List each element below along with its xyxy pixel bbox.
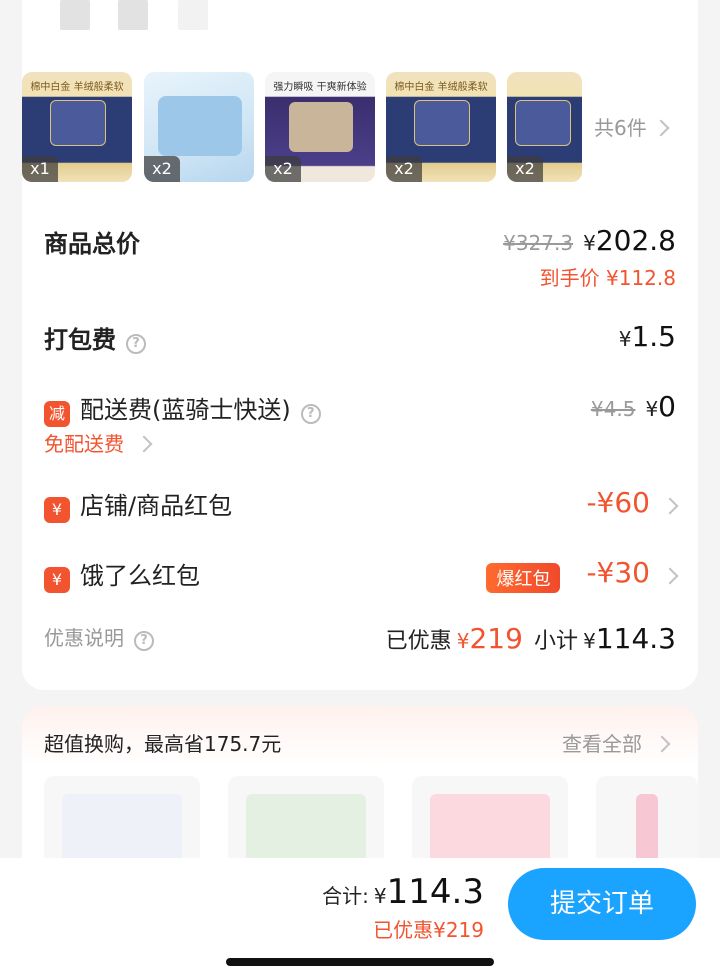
- delivery-fee: 0: [658, 390, 676, 423]
- help-icon[interactable]: ?: [126, 333, 146, 354]
- exchange-title: 超值换购，最高省175.7元: [44, 732, 282, 756]
- total-label: 合计:: [322, 884, 369, 908]
- item-thumbnail[interactable]: 强力瞬吸 干爽新体验 x2: [265, 72, 375, 182]
- currency-symbol: ¥: [583, 231, 596, 255]
- goods-original-price: 327.3: [515, 231, 574, 255]
- view-all-link[interactable]: 查看全部: [562, 728, 671, 757]
- item-thumbnails[interactable]: 棉中白金 羊绒般柔软 x1 x2 强力瞬吸 干爽新体验 x2 棉中白金 羊绒般柔…: [22, 72, 582, 184]
- shop-coupon-label: 店铺/商品红包: [80, 492, 233, 520]
- subtotal-amount: 114.3: [595, 622, 676, 655]
- more-items-link[interactable]: 共6件: [594, 112, 670, 141]
- saved-amount: 219: [469, 622, 523, 655]
- currency-symbol: ¥: [618, 327, 632, 351]
- total-saved-text: 已优惠¥219: [373, 918, 484, 942]
- goods-price: 202.8: [595, 224, 676, 257]
- pad-pack-purple-icon: [289, 102, 353, 152]
- free-delivery-label: 免配送费: [44, 432, 124, 456]
- item-thumbnail[interactable]: x2: [507, 72, 582, 182]
- packing-fee: 1.5: [631, 320, 676, 353]
- pad-pack-gold-icon: [515, 100, 571, 146]
- hot-coupon-badge: 爆红包: [486, 562, 561, 593]
- blurred-header: [178, 0, 208, 30]
- wipes-pack-blue-icon: [158, 96, 242, 156]
- item-thumbnail[interactable]: 棉中白金 羊绒般柔软 x1: [22, 72, 132, 182]
- currency-symbol: ¥: [373, 884, 387, 908]
- packing-fee-label: 打包费: [44, 326, 116, 354]
- chevron-right-icon: [661, 567, 679, 584]
- item-thumbnail[interactable]: 棉中白金 羊绒般柔软 x2: [386, 72, 496, 182]
- item-thumbnail[interactable]: x2: [144, 72, 254, 182]
- packing-fee-row: 打包费? ¥1.5: [44, 320, 676, 360]
- help-icon[interactable]: ?: [300, 403, 321, 424]
- currency-symbol: ¥: [590, 397, 604, 421]
- chevron-right-icon: [653, 735, 671, 752]
- total-amount: 114.3: [386, 872, 484, 912]
- delivery-fee-label: 配送费(蓝骑士快送): [80, 396, 291, 424]
- currency-symbol: ¥: [645, 397, 659, 421]
- coupon-yen-icon: ¥: [44, 496, 70, 523]
- saved-label: 已优惠: [385, 629, 452, 654]
- discount-tag-icon: 减: [44, 400, 70, 427]
- thumb-banner: 强力瞬吸 干爽新体验: [273, 82, 367, 93]
- item-qty: x2: [265, 156, 301, 182]
- goods-total-label: 商品总价: [44, 230, 140, 258]
- shop-coupon-row[interactable]: ¥ 店铺/商品红包 -¥60: [44, 486, 679, 526]
- delivery-fee-row: 减配送费(蓝骑士快送)? ¥4.5 ¥0 免配送费: [44, 390, 676, 460]
- blurred-header: [60, 0, 90, 30]
- subtotal-row: 优惠说明? 已优惠 ¥219 小计 ¥114.3: [44, 622, 676, 662]
- currency-symbol: ¥: [606, 266, 619, 290]
- net-price-label: 到手价: [539, 266, 600, 290]
- chevron-right-icon: [135, 435, 153, 452]
- ele-coupon-row[interactable]: ¥ 饿了么红包 爆红包 -¥30: [44, 556, 679, 596]
- chevron-right-icon: [652, 119, 670, 136]
- item-qty: x2: [144, 156, 180, 182]
- blurred-header: [118, 0, 148, 30]
- item-qty: x2: [507, 156, 543, 182]
- item-qty: x2: [386, 156, 422, 182]
- home-indicator: [226, 958, 494, 966]
- goods-total-row: 商品总价 ¥327.3 ¥202.8 到手价 ¥112.8: [44, 224, 676, 290]
- thumb-banner: 棉中白金 羊绒般柔软: [30, 82, 124, 93]
- submit-order-button[interactable]: 提交订单: [508, 868, 696, 940]
- chevron-right-icon: [661, 497, 679, 514]
- item-qty: x1: [22, 156, 58, 182]
- promo-info-label: 优惠说明: [44, 626, 124, 650]
- currency-symbol: ¥: [583, 629, 596, 653]
- order-total: 合计: ¥114.3: [322, 872, 484, 912]
- help-icon[interactable]: ?: [134, 630, 154, 651]
- currency-symbol: ¥: [456, 629, 470, 653]
- pad-pack-gold-icon: [50, 100, 106, 146]
- checkout-bar: 合计: ¥114.3 已优惠¥219 提交订单: [0, 858, 720, 978]
- subtotal-label: 小计: [533, 629, 578, 654]
- thumb-banner: 棉中白金 羊绒般柔软: [394, 82, 488, 93]
- coupon-yen-icon: ¥: [44, 566, 70, 593]
- ele-coupon-label: 饿了么红包: [80, 562, 200, 590]
- net-price: 112.8: [618, 266, 676, 290]
- view-all-label: 查看全部: [562, 732, 642, 756]
- currency-symbol: ¥: [503, 231, 516, 255]
- delivery-original-fee: 4.5: [603, 397, 636, 421]
- more-items-label: 共6件: [594, 116, 647, 140]
- shop-coupon-discount: -¥60: [586, 486, 650, 519]
- free-delivery-link[interactable]: 免配送费: [44, 428, 153, 457]
- pad-pack-gold-icon: [414, 100, 470, 146]
- ele-coupon-discount: -¥30: [586, 556, 650, 589]
